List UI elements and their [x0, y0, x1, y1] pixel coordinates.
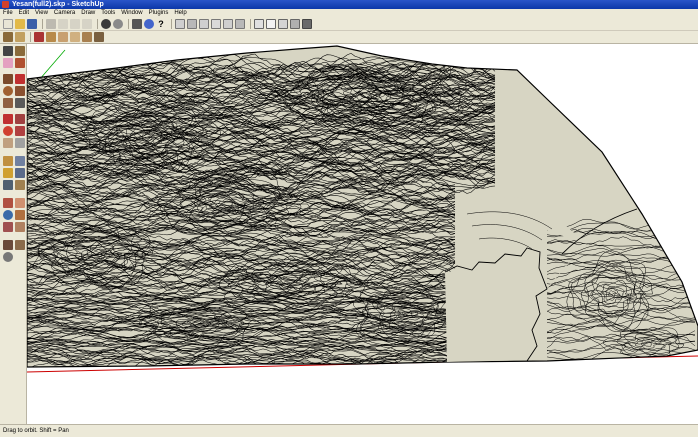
window-title-bar: Yesan(full2).skp - SketchUp [0, 0, 698, 9]
copy-icon[interactable] [58, 18, 68, 29]
toolbar-separator [30, 32, 31, 42]
toolbar-separator [42, 18, 43, 29]
section-plane-icon[interactable] [15, 32, 25, 42]
model-viewport[interactable] [27, 44, 698, 424]
follow-me-icon[interactable] [15, 126, 25, 136]
pan-hand-icon[interactable] [15, 198, 25, 208]
tool-palette [0, 44, 27, 424]
open-folder-icon[interactable] [15, 18, 25, 29]
save-icon[interactable] [27, 18, 37, 29]
make-component-icon[interactable] [15, 46, 25, 56]
window-title: Yesan(full2).skp - SketchUp [12, 1, 104, 8]
camera-front-icon[interactable] [199, 18, 209, 29]
menu-window[interactable]: Window [121, 9, 142, 17]
menu-plugins[interactable]: Plugins [149, 9, 169, 17]
offset-icon[interactable] [15, 138, 25, 148]
menu-draw[interactable]: Draw [81, 9, 95, 17]
print-icon[interactable] [132, 18, 142, 29]
walk-icon[interactable] [15, 240, 25, 250]
camera-right-icon[interactable] [211, 18, 221, 29]
text-icon[interactable] [15, 168, 25, 178]
shaded-textures-style-icon[interactable] [302, 18, 312, 29]
select-arrow-icon[interactable] [3, 46, 13, 56]
position-camera-icon[interactable] [3, 240, 13, 250]
zoom-window-icon[interactable] [15, 210, 25, 220]
camera-left-icon[interactable] [235, 18, 245, 29]
menu-bar: File Edit View Camera Draw Tools Window … [0, 9, 698, 17]
rectangle-icon[interactable] [3, 74, 13, 84]
menu-tools[interactable]: Tools [101, 9, 115, 17]
tape-measure-icon[interactable] [3, 156, 13, 166]
protractor-icon[interactable] [3, 168, 13, 178]
camera-iso-icon[interactable] [175, 18, 185, 29]
model-info-icon[interactable] [144, 18, 154, 29]
secondary-toolbar [0, 31, 698, 44]
scale-icon[interactable] [3, 138, 13, 148]
smoove-tool-icon[interactable] [70, 32, 80, 42]
layer-icon[interactable] [34, 32, 44, 42]
hidden-line-style-icon[interactable] [278, 18, 288, 29]
zoom-icon[interactable] [3, 210, 13, 220]
3d-text-icon[interactable] [15, 180, 25, 190]
paint-bucket-icon[interactable] [15, 58, 25, 68]
xray-style-icon[interactable] [254, 18, 264, 29]
freehand-icon[interactable] [15, 98, 25, 108]
menu-help[interactable]: Help [174, 9, 186, 17]
toolbar-separator [97, 18, 98, 29]
eraser-icon[interactable] [3, 58, 13, 68]
move-icon[interactable] [3, 114, 13, 124]
stamp-tool-icon[interactable] [82, 32, 92, 42]
toolbar-separator [171, 18, 172, 29]
menu-file[interactable]: File [3, 9, 13, 17]
camera-top-icon[interactable] [187, 18, 197, 29]
sandbox-tool-icon[interactable] [58, 32, 68, 42]
camera-back-icon[interactable] [223, 18, 233, 29]
help-icon[interactable]: ? [156, 18, 166, 29]
undo-icon[interactable] [101, 18, 111, 29]
circle-icon[interactable] [3, 86, 13, 96]
zoom-extents-icon[interactable] [3, 222, 13, 232]
new-file-icon[interactable] [3, 18, 13, 29]
paste-icon[interactable] [70, 18, 80, 29]
toolbar-separator [250, 18, 251, 29]
drape-tool-icon[interactable] [94, 32, 104, 42]
toolbar-separator [128, 18, 129, 29]
wireframe-style-icon[interactable] [266, 18, 276, 29]
redo-icon[interactable] [113, 18, 123, 29]
push-pull-icon[interactable] [15, 114, 25, 124]
look-around-icon[interactable] [3, 252, 13, 262]
previous-view-icon[interactable] [15, 222, 25, 232]
shaded-style-icon[interactable] [290, 18, 300, 29]
menu-camera[interactable]: Camera [54, 9, 75, 17]
terrain-model [27, 45, 698, 373]
rotate-icon[interactable] [3, 126, 13, 136]
axes-icon[interactable] [3, 180, 13, 190]
arc-icon[interactable] [15, 86, 25, 96]
sketchup-app-icon [2, 1, 9, 8]
orbit-icon[interactable] [3, 198, 13, 208]
menu-view[interactable]: View [35, 9, 48, 17]
status-bar: Drag to orbit. Shift = Pan [0, 424, 698, 437]
cut-icon[interactable] [46, 18, 56, 29]
line-pencil-icon[interactable] [15, 74, 25, 84]
dimension-icon[interactable] [15, 156, 25, 166]
standard-toolbar: ? [0, 17, 698, 31]
component-icon[interactable] [3, 32, 13, 42]
polygon-icon[interactable] [3, 98, 13, 108]
erase-icon[interactable] [82, 18, 92, 29]
status-hint: Drag to orbit. Shift = Pan [3, 428, 69, 434]
terrain-tool-icon[interactable] [46, 32, 56, 42]
menu-edit[interactable]: Edit [19, 9, 29, 17]
